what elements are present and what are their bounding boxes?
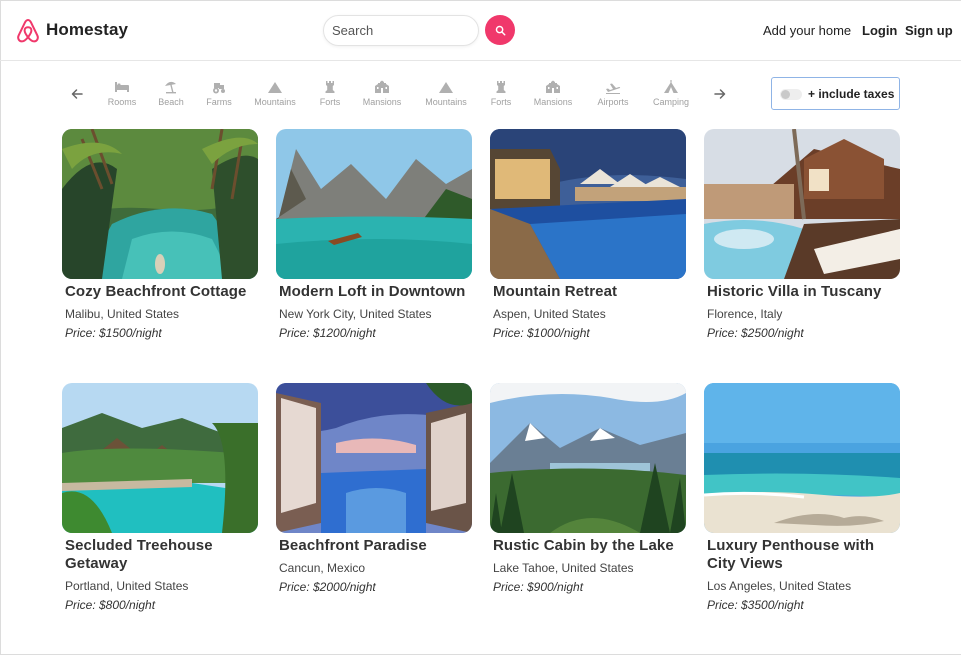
listing-price: Price: $2000/night	[279, 580, 376, 594]
listing-title[interactable]: Rustic Cabin by the Lake	[493, 537, 686, 555]
listing-card[interactable]: Modern Loft in Downtown New York City, Un…	[276, 129, 472, 340]
category-mansions[interactable]: Mansions	[523, 79, 583, 107]
listing-location: Los Angeles, United States	[707, 579, 852, 593]
category-mansions[interactable]: Mansions	[352, 79, 412, 107]
category-label: Airports	[597, 97, 629, 107]
category-forts[interactable]: Forts	[300, 79, 360, 107]
listing-location: Florence, Italy	[707, 307, 783, 321]
listing-price: Price: $800/night	[65, 598, 156, 612]
mansion-icon	[375, 80, 389, 93]
tent-icon	[664, 80, 678, 93]
mansion-icon	[546, 80, 560, 93]
listing-title[interactable]: Beachfront Paradise	[279, 537, 472, 555]
include-taxes-toggle[interactable]: + include taxes	[771, 77, 900, 110]
category-label: Mountains	[254, 97, 296, 107]
listing-title[interactable]: Modern Loft in Downtown	[279, 283, 472, 301]
rook-icon	[496, 81, 506, 93]
listing-location: New York City, United States	[279, 307, 432, 321]
search-icon	[495, 25, 505, 35]
listing-card[interactable]: Rustic Cabin by the Lake Lake Tahoe, Unit…	[490, 383, 686, 594]
listing-card[interactable]: Cozy Beachfront Cottage Malibu, United St…	[62, 129, 258, 340]
top-navbar: Homestay Add your home Login Sign up	[0, 0, 961, 61]
listing-price: Price: $3500/night	[707, 598, 804, 612]
arrow-right-icon[interactable]	[713, 87, 727, 101]
listing-price: Price: $1000/night	[493, 326, 590, 340]
rook-icon	[325, 81, 335, 93]
signup-link[interactable]: Sign up	[905, 23, 953, 38]
category-forts[interactable]: Forts	[471, 79, 531, 107]
category-mountains[interactable]: Mountains	[245, 79, 305, 107]
listing-card[interactable]: Luxury Penthouse with City Views Los Ange…	[704, 383, 900, 612]
beach-umbrella-icon	[165, 81, 176, 94]
category-camping[interactable]: Camping	[641, 79, 701, 107]
airplane-icon	[606, 83, 621, 94]
listing-photo[interactable]	[490, 129, 686, 279]
category-label: Camping	[652, 97, 690, 107]
add-your-home-link[interactable]: Add your home	[763, 23, 851, 38]
listing-location: Lake Tahoe, United States	[493, 561, 634, 575]
login-link[interactable]: Login	[862, 23, 897, 38]
listing-photo[interactable]	[704, 383, 900, 533]
listing-photo[interactable]	[276, 129, 472, 279]
search-input[interactable]	[332, 23, 472, 38]
listing-photo[interactable]	[62, 383, 258, 533]
listing-price: Price: $2500/night	[707, 326, 804, 340]
listing-photo[interactable]	[704, 129, 900, 279]
listing-photo[interactable]	[490, 383, 686, 533]
taxes-switch[interactable]	[780, 89, 802, 100]
tractor-icon	[213, 83, 225, 94]
homestay-logo-icon[interactable]	[16, 18, 40, 44]
listing-card[interactable]: Mountain Retreat Aspen, United States Pric…	[490, 129, 686, 340]
brand-name[interactable]: Homestay	[46, 20, 128, 40]
listing-card[interactable]: Beachfront Paradise Cancun, Mexico Price: …	[276, 383, 472, 594]
category-label: Forts	[319, 97, 341, 107]
listing-title[interactable]: Secluded Treehouse Getaway	[65, 537, 258, 573]
mountain-icon	[268, 82, 282, 93]
listing-location: Portland, United States	[65, 579, 189, 593]
listing-price: Price: $1500/night	[65, 326, 162, 340]
category-label: Mansions	[362, 97, 402, 107]
listing-location: Aspen, United States	[493, 307, 606, 321]
search-button[interactable]	[485, 15, 515, 45]
taxes-label: + include taxes	[808, 87, 895, 101]
search-box[interactable]	[323, 15, 479, 46]
category-mountains[interactable]: Mountains	[416, 79, 476, 107]
listing-photo[interactable]	[62, 129, 258, 279]
listing-price: Price: $1200/night	[279, 326, 376, 340]
listing-location: Malibu, United States	[65, 307, 180, 321]
category-label: Farms	[206, 97, 232, 107]
listing-title[interactable]: Historic Villa in Tuscany	[707, 283, 900, 301]
category-label: Mountains	[425, 97, 467, 107]
listing-title[interactable]: Cozy Beachfront Cottage	[65, 283, 258, 301]
listing-card[interactable]: Secluded Treehouse Getaway Portland, Unit…	[62, 383, 258, 612]
category-label: Mansions	[533, 97, 573, 107]
listing-location: Cancun, Mexico	[279, 561, 366, 575]
bed-icon	[115, 82, 129, 92]
listing-price: Price: $900/night	[493, 580, 584, 594]
listing-card[interactable]: Historic Villa in Tuscany Florence, Italy…	[704, 129, 900, 340]
category-farms[interactable]: Farms	[189, 79, 249, 107]
listing-title[interactable]: Luxury Penthouse with City Views	[707, 537, 900, 573]
category-label: Forts	[490, 97, 512, 107]
arrow-left-icon[interactable]	[70, 87, 84, 101]
category-airports[interactable]: Airports	[583, 79, 643, 107]
listing-title[interactable]: Mountain Retreat	[493, 283, 686, 301]
listing-photo[interactable]	[276, 383, 472, 533]
mountain-icon	[439, 82, 453, 93]
